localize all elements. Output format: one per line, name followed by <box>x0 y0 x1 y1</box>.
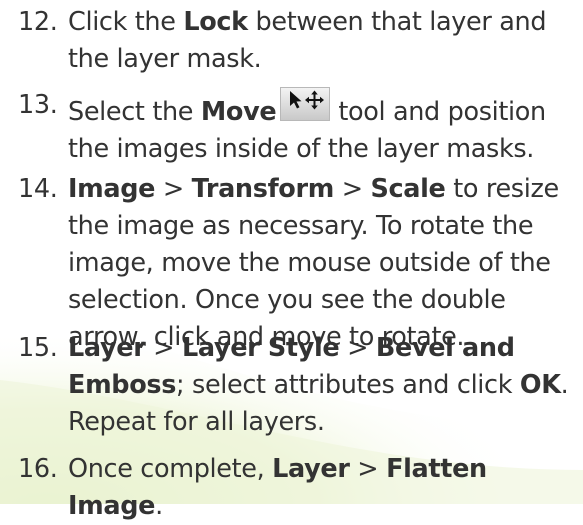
step-text: Once complete, Layer > Flatten Image. <box>68 451 578 525</box>
step-line: image, move the mouse outside of the <box>68 248 551 278</box>
step-text: Image > Transform > Scale to resize the … <box>68 171 578 356</box>
menu-layer: Layer <box>272 454 350 484</box>
lock-term: Lock <box>183 7 248 37</box>
step-text: Select the Move tool and position the im… <box>68 87 578 168</box>
text-run: . <box>155 491 163 521</box>
menu-emboss: Emboss <box>68 370 177 400</box>
step-text: Layer > Layer Style > Bevel and Emboss; … <box>68 330 578 441</box>
ok-term: OK <box>519 370 561 400</box>
menu-separator: > <box>155 174 192 204</box>
step-line: Repeat for all layers. <box>68 407 325 437</box>
menu-separator: > <box>339 333 376 363</box>
step-line: the images inside of the layer masks. <box>68 134 535 164</box>
text-run: tool and position <box>338 97 546 127</box>
menu-separator: > <box>333 174 371 204</box>
menu-layer: Layer <box>68 333 146 363</box>
step-line: Select the Move tool and position <box>68 87 578 131</box>
menu-transform: Transform <box>191 174 335 204</box>
step-line: Once complete, Layer > Flatten Image. <box>68 451 578 525</box>
step-line: the image as necessary. To rotate the <box>68 211 534 241</box>
text-run: to resize <box>445 174 559 204</box>
text-run: Once complete, <box>68 454 273 484</box>
move-term: Move <box>200 97 277 127</box>
step-line: Emboss; select attributes and click OK. <box>68 367 578 404</box>
step-number: 12. <box>18 7 58 37</box>
text-run: Select the <box>68 97 201 127</box>
step-line: selection. Once you see the double <box>68 285 506 315</box>
step-text: Click the Lock between that layer and th… <box>68 4 578 78</box>
menu-layer-style: Layer Style <box>181 333 340 363</box>
step-line: Layer > Layer Style > Bevel and <box>68 330 578 367</box>
menu-separator: > <box>349 454 387 484</box>
step-line: Image > Transform > Scale to resize <box>68 171 578 208</box>
move-tool-icon <box>280 87 331 121</box>
menu-image: Image <box>68 174 156 204</box>
step-line: Click the Lock between that layer and <box>68 4 578 41</box>
step-line: the layer mask. <box>68 44 262 74</box>
text-run: between that layer and <box>247 7 547 37</box>
menu-bevel-and: Bevel and <box>375 333 515 363</box>
text-run: Click the <box>68 7 184 37</box>
text-run: ; select attributes and click <box>176 370 520 400</box>
step-number: 16. <box>18 454 58 484</box>
step-number: 13. <box>18 90 58 120</box>
menu-separator: > <box>145 333 182 363</box>
step-number: 15. <box>18 333 58 363</box>
text-run: . <box>560 370 569 400</box>
step-number: 14. <box>18 174 58 204</box>
menu-scale: Scale <box>370 174 446 204</box>
